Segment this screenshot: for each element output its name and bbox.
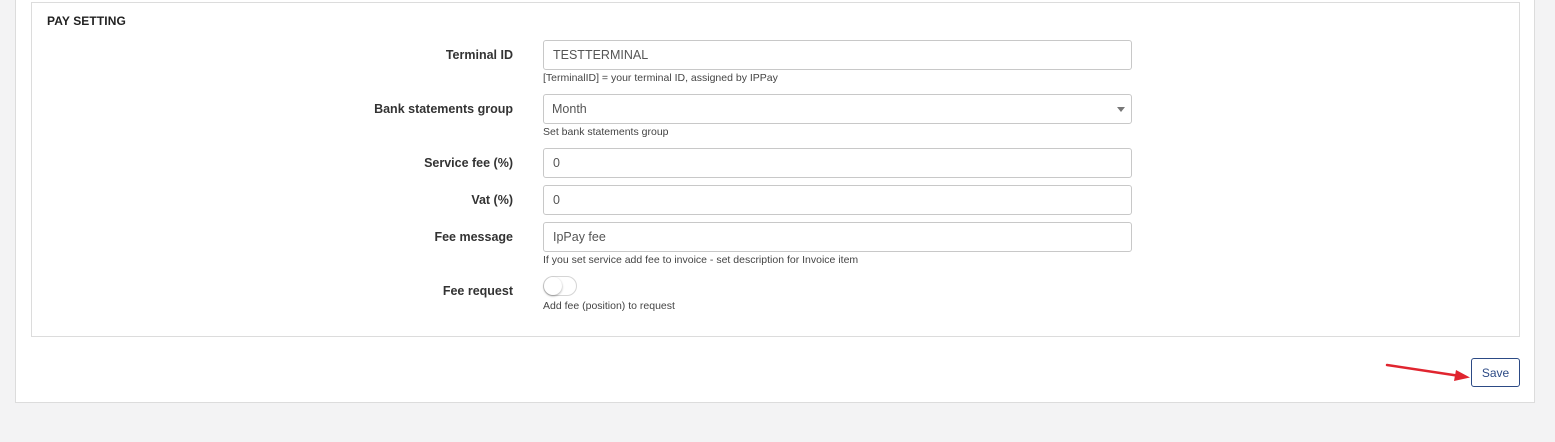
annotation-arrow-icon: [1385, 363, 1470, 381]
fee-request-help: Add fee (position) to request: [543, 300, 675, 312]
fee-request-toggle[interactable]: [543, 276, 577, 296]
vat-input[interactable]: 0: [543, 185, 1132, 215]
bank-statements-group-label: Bank statements group: [374, 102, 513, 116]
fee-message-help: If you set service add fee to invoice - …: [543, 254, 859, 266]
bank-statements-group-select[interactable]: Month: [543, 94, 1132, 124]
bank-statements-group-help: Set bank statements group: [543, 126, 669, 138]
toggle-knob: [544, 277, 562, 295]
caret-down-icon: [1117, 107, 1125, 112]
service-fee-label: Service fee (%): [424, 156, 513, 170]
bank-statements-group-value: Month: [552, 102, 587, 116]
section-title: PAY SETTING: [47, 14, 126, 28]
vat-label: Vat (%): [471, 193, 513, 207]
terminal-id-help: [TerminalID] = your terminal ID, assigne…: [543, 72, 778, 84]
save-button[interactable]: Save: [1471, 358, 1520, 387]
fee-request-label: Fee request: [442, 284, 513, 298]
terminal-id-label: Terminal ID: [445, 48, 513, 62]
fee-message-input[interactable]: IpPay fee: [543, 222, 1132, 252]
service-fee-input[interactable]: 0: [543, 148, 1132, 178]
terminal-id-input[interactable]: TESTTERMINAL: [543, 40, 1132, 70]
fee-message-label: Fee message: [434, 230, 513, 244]
